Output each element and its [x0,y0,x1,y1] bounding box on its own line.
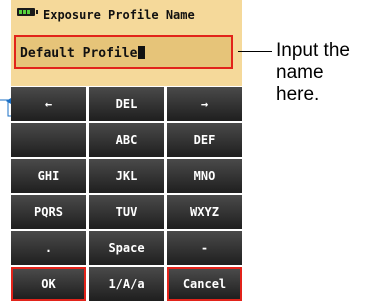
callout-line [238,51,272,52]
blank-key[interactable] [11,123,86,157]
ok-button[interactable]: OK [11,267,86,301]
pqrs-key[interactable]: PQRS [11,195,86,229]
callout-pointer-icon [0,98,11,117]
page-title: Exposure Profile Name [43,8,195,22]
device-screen: Exposure Profile Name Default Profile ← … [11,0,242,304]
name-input-value: Default Profile [20,46,146,61]
name-input-text: Default Profile [20,46,138,61]
space-key[interactable]: Space [89,231,164,265]
battery-icon [17,8,38,16]
delete-key[interactable]: DEL [89,87,164,121]
name-input-field[interactable]: Default Profile [14,35,233,69]
abc-key[interactable]: ABC [89,123,164,157]
period-key[interactable]: . [11,231,86,265]
hyphen-key[interactable]: - [167,231,242,265]
case-toggle-key[interactable]: 1/A/a [89,267,164,301]
callout-text: Input the name here. [276,40,350,105]
cursor-right-key[interactable]: → [167,87,242,121]
mno-key[interactable]: MNO [167,159,242,193]
jkl-key[interactable]: JKL [89,159,164,193]
header: Exposure Profile Name Default Profile [11,0,242,86]
keypad: ← DEL → ABC DEF GHI JKL MNO PQRS TUV WXY… [11,86,242,304]
text-cursor [138,46,146,59]
ghi-key[interactable]: GHI [11,159,86,193]
def-key[interactable]: DEF [167,123,242,157]
tuv-key[interactable]: TUV [89,195,164,229]
wxyz-key[interactable]: WXYZ [167,195,242,229]
cancel-button[interactable]: Cancel [167,267,242,301]
cursor-left-key[interactable]: ← [11,87,86,121]
